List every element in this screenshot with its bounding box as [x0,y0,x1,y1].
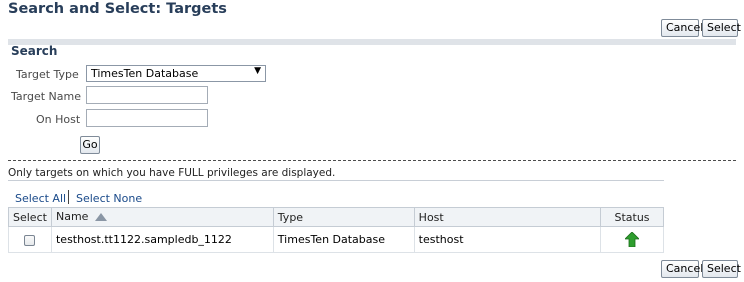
select-button-top[interactable]: Select [702,19,741,37]
select-all-link[interactable]: Select All [15,192,66,205]
results-table: Select Name Type Host Status testhost.tt… [8,207,664,253]
target-type-selected-value: TimesTen Database [91,67,199,80]
search-section-band [8,39,736,61]
on-host-label: On Host [36,113,81,126]
target-type-label: Target Type [16,68,79,81]
go-button[interactable]: Go [80,136,100,154]
sort-ascending-icon[interactable] [94,211,107,224]
on-host-input[interactable] [86,109,208,127]
header-host[interactable]: Host [413,207,602,227]
header-type[interactable]: Type [272,207,415,227]
select-none-link[interactable]: Select None [76,192,142,205]
page-title: Search and Select: Targets [8,1,227,17]
cancel-button-bottom[interactable]: Cancel [661,260,703,278]
status-up-arrow-icon [624,231,640,248]
table-row[interactable]: testhost.tt1122.sampledb_1122 TimesTen D… [8,226,664,253]
header-name[interactable]: Name [50,207,274,227]
select-button-bottom[interactable]: Select [702,260,741,278]
header-status: Status [600,207,664,227]
target-type-select[interactable]: TimesTen Database ▼ [86,65,266,82]
search-heading: Search [11,44,58,58]
header-select: Select [8,207,52,227]
row-host: testhost [413,226,602,253]
dropdown-arrow-icon: ▼ [254,66,261,76]
row-select-cell[interactable] [8,226,52,253]
target-name-label: Target Name [11,90,81,103]
row-status-cell [600,226,664,253]
link-separator [68,190,69,204]
info-rule [8,180,664,181]
table-header-row: Select Name Type Host Status [8,207,664,227]
privileges-info-text: Only targets on which you have FULL priv… [8,167,336,179]
header-name-label: Name [55,210,89,224]
row-type: TimesTen Database [272,226,415,253]
row-name: testhost.tt1122.sampledb_1122 [50,226,274,253]
cancel-button-top[interactable]: Cancel [661,19,703,37]
dashed-divider [8,160,736,161]
target-name-input[interactable] [86,86,208,104]
row-checkbox[interactable] [24,234,36,246]
